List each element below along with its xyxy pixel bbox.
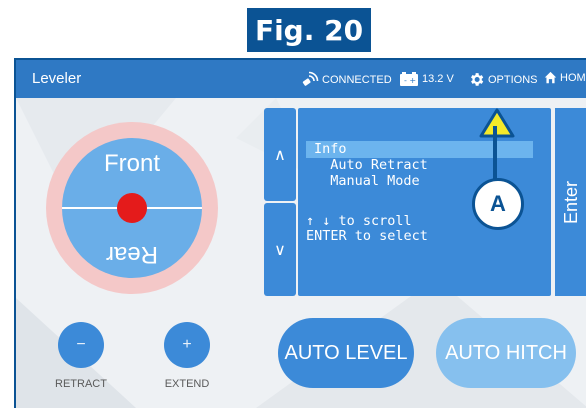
- voltage-label: 13.2 V: [422, 73, 454, 85]
- callout-arrow: [479, 108, 515, 138]
- auto-level-button[interactable]: AUTO LEVEL: [278, 318, 414, 388]
- battery-icon: - +: [400, 72, 418, 86]
- home-button[interactable]: HOME: [544, 71, 586, 84]
- rear-label: Rear: [105, 241, 159, 268]
- level-bubble: [117, 193, 147, 223]
- retract-label: RETRACT: [55, 378, 107, 390]
- chevron-up-icon: ∧: [274, 146, 286, 164]
- front-label: Front: [103, 150, 160, 177]
- menu-item-info[interactable]: Info: [314, 142, 347, 157]
- extend-label: EXTEND: [164, 378, 210, 390]
- gear-icon: [471, 73, 484, 86]
- connection-label: CONNECTED: [322, 74, 392, 86]
- chevron-down-icon: ∨: [274, 241, 286, 259]
- extend-button[interactable]: +: [164, 322, 210, 368]
- menu-hint-select: ENTER to select: [306, 228, 428, 244]
- connection-status: CONNECTED: [299, 71, 392, 89]
- retract-button[interactable]: −: [58, 322, 104, 368]
- app-title: Leveler: [32, 70, 82, 87]
- level-indicator: Front Rear: [62, 138, 202, 278]
- enter-button[interactable]: Enter: [555, 108, 586, 296]
- menu-item-manual-mode[interactable]: Manual Mode: [314, 174, 419, 189]
- auto-hitch-button[interactable]: AUTO HITCH: [436, 318, 576, 388]
- scroll-up-button[interactable]: ∧: [264, 108, 296, 201]
- enter-label: Enter: [561, 180, 581, 224]
- svg-text:- +: - +: [404, 76, 416, 85]
- signal-icon: [302, 71, 319, 86]
- figure-label: Fig. 20: [247, 8, 371, 52]
- scroll-down-button[interactable]: ∨: [264, 203, 296, 296]
- plus-icon: +: [182, 336, 192, 353]
- callout-marker: A: [472, 178, 524, 230]
- options-button[interactable]: OPTIONS: [468, 71, 538, 88]
- home-icon: [544, 71, 557, 84]
- menu-item-auto-retract[interactable]: Auto Retract: [314, 158, 428, 173]
- home-label: HOME: [560, 71, 586, 84]
- title-bar: Leveler CONNECTED - + 13.2 V OPTIONS HOM: [16, 60, 586, 98]
- menu-hint-scroll: ↑ ↓ to scroll: [306, 213, 412, 229]
- battery-status: - + 13.2 V: [399, 71, 454, 87]
- options-label: OPTIONS: [488, 73, 538, 86]
- minus-icon: −: [76, 336, 86, 353]
